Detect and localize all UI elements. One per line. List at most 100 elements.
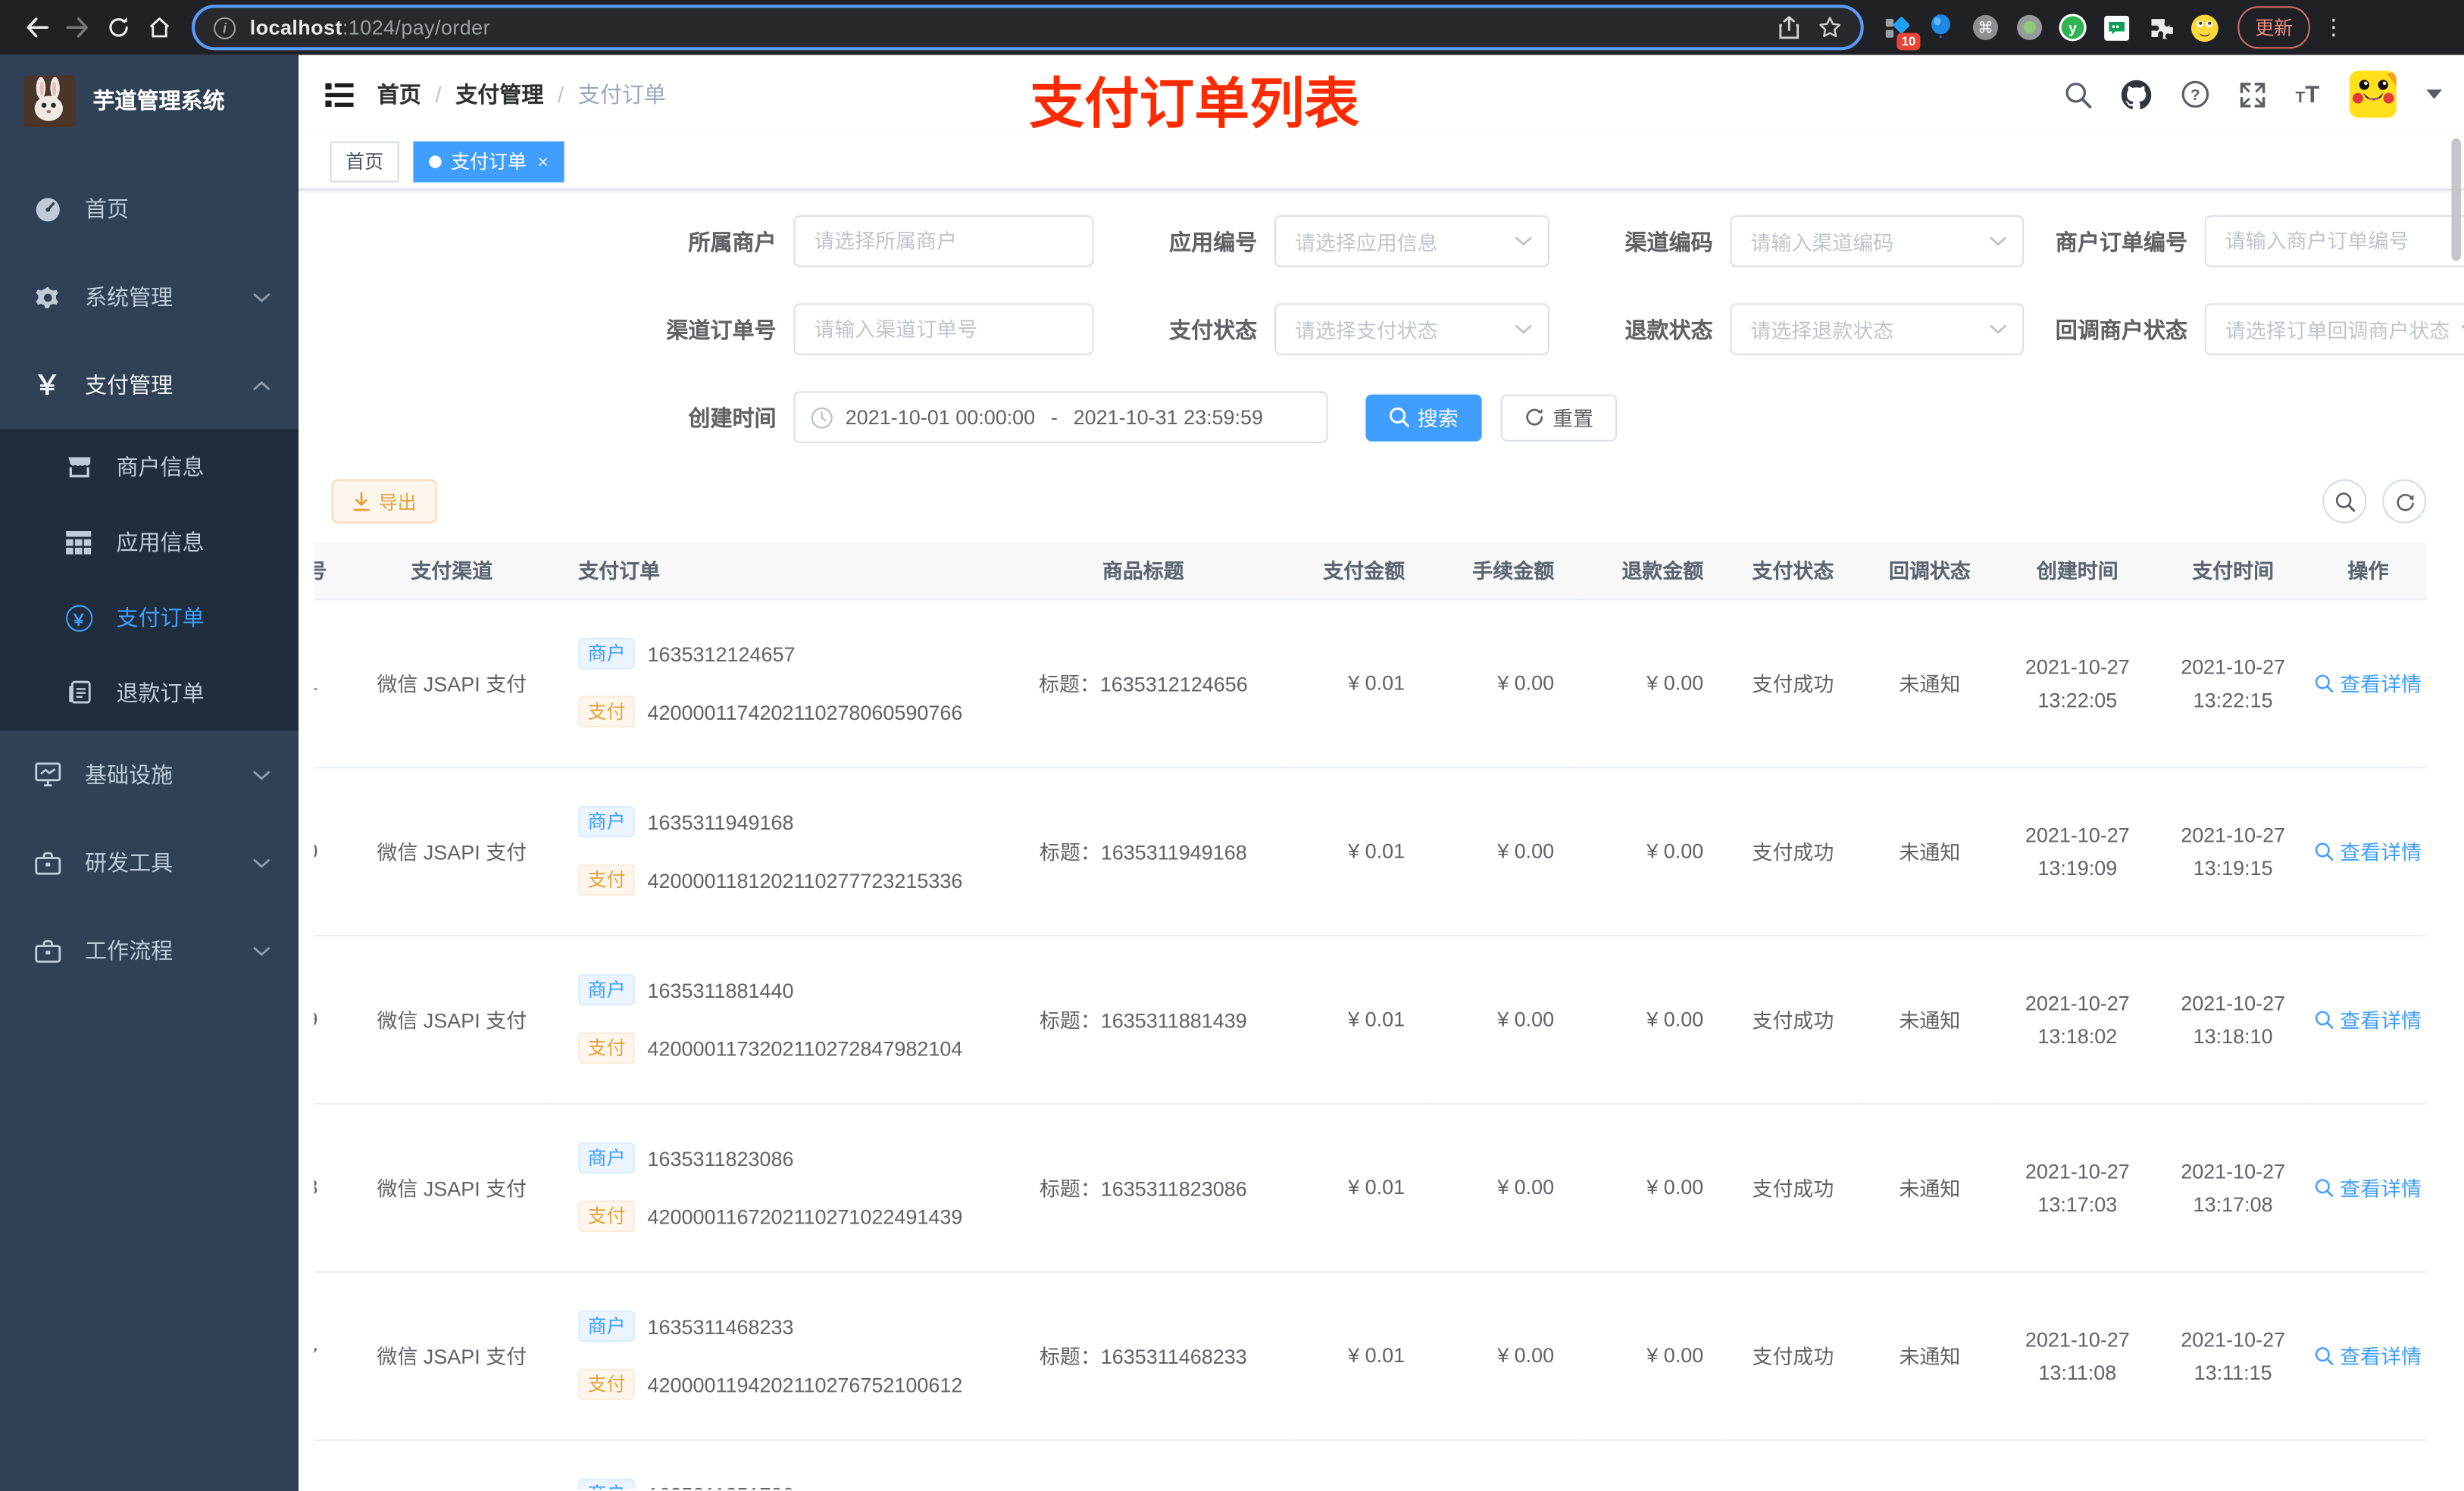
cell-notify: 未通知 xyxy=(1860,1102,2000,1272)
sidebar-item-merchant-info[interactable]: 商户信息 xyxy=(0,429,299,505)
cell-actions: 查看详情 xyxy=(2309,767,2427,936)
merchant-order-no: 1635311881440 xyxy=(647,978,794,1002)
create-time-range[interactable]: 2021-10-01 00:00:00 - 2021-10-31 23:59:5… xyxy=(793,391,1328,443)
breadcrumb-home[interactable]: 首页 xyxy=(377,79,421,110)
view-detail-link[interactable]: 查看详情 xyxy=(2315,667,2422,697)
share-icon[interactable] xyxy=(1779,15,1800,39)
tag-home[interactable]: 首页 xyxy=(330,140,399,182)
url-text: localhost:1024/pay/order xyxy=(250,16,490,39)
cell-order: 商户 1635312124657 支付 42000011742021102780… xyxy=(549,599,998,768)
cell-paid: 2021-10-27 13:17:08 xyxy=(2156,1102,2310,1272)
browser-update-button[interactable]: 更新 xyxy=(2237,6,2310,49)
refresh-table-button[interactable] xyxy=(2382,479,2427,524)
view-detail-link[interactable]: 查看详情 xyxy=(2315,836,2422,865)
extension-y-icon[interactable]: y xyxy=(2059,14,2087,42)
extension-chat-icon[interactable] xyxy=(2103,14,2131,42)
refund-status-select[interactable]: 请选择退款状态 xyxy=(1730,303,2025,355)
sidebar-item-pay-order[interactable]: ￥ 支付订单 xyxy=(0,580,299,655)
avatar-caret-icon[interactable] xyxy=(2426,89,2442,99)
sidebar-item-devtools[interactable]: 研发工具 xyxy=(0,819,299,907)
sidebar-item-infra[interactable]: 基础设施 xyxy=(0,730,299,818)
annotation-title: 支付订单列表 xyxy=(1029,73,1360,136)
search-icon xyxy=(2334,492,2355,511)
chevron-down-icon xyxy=(1990,236,2006,246)
sidebar-item-payment[interactable]: ￥ 支付管理 xyxy=(0,341,299,429)
cell-title: 标题：1635311468233 xyxy=(997,1271,1289,1440)
fullscreen-icon[interactable] xyxy=(2239,81,2265,108)
bookmark-star-icon[interactable] xyxy=(1818,16,1842,39)
search-button[interactable]: 搜索 xyxy=(1365,393,1482,441)
cell-paid: 2021-10-27 13:11:15 xyxy=(2156,1271,2310,1440)
cell-id xyxy=(314,1439,354,1490)
view-detail-link[interactable]: 查看详情 xyxy=(2315,1340,2422,1370)
chevron-down-icon xyxy=(253,857,270,868)
github-icon[interactable] xyxy=(2121,79,2151,109)
cell-channel: 微信 JSAPI 支付 xyxy=(353,1271,550,1440)
view-detail-label: 查看详情 xyxy=(2340,1008,2422,1033)
sidebar-item-app-info[interactable]: 应用信息 xyxy=(0,505,299,580)
sidebar-item-refund-order[interactable]: 退款订单 xyxy=(0,655,299,731)
cell-fee xyxy=(1427,1439,1577,1490)
sidebar-menu: 首页 系统管理 ￥ 支付管理 商户信息 应用信息 ￥ 支付订单 退款订单 基础设… xyxy=(0,146,299,995)
help-icon[interactable]: ? xyxy=(2181,80,2209,108)
channel-order-no-input[interactable] xyxy=(793,303,1094,355)
site-info-icon[interactable]: i xyxy=(214,16,236,39)
sidebar-item-home[interactable]: 首页 xyxy=(0,165,299,253)
extension-emoji-icon[interactable] xyxy=(2190,14,2219,42)
merchant-order-no: 1635311949168 xyxy=(647,810,794,834)
pay-status-select[interactable]: 请选择支付状态 xyxy=(1274,303,1549,355)
url-host: localhost xyxy=(249,15,342,39)
paid-time: 13:19:15 xyxy=(2193,855,2273,880)
cell-paid: 2021-10-27 13:19:15 xyxy=(2156,767,2310,936)
merchant-input[interactable] xyxy=(793,215,1094,267)
pay-order-no: 4200001167202110271022491439 xyxy=(647,1204,963,1228)
url-bar[interactable]: i localhost:1024/pay/order xyxy=(192,5,1864,51)
app-frame: 芋道管理系统 首页 系统管理 ￥ 支付管理 商户信息 应用信息 ￥ 支付订单 退… xyxy=(0,55,2464,1491)
tag-pay-order[interactable]: 支付订单 × xyxy=(413,140,564,182)
extension-blue-diamond-icon[interactable]: 10 xyxy=(1883,14,1921,50)
merchant-order-no-input[interactable] xyxy=(2204,215,2464,267)
export-button[interactable]: 导出 xyxy=(331,479,437,524)
sidebar-fold-icon[interactable] xyxy=(325,82,354,106)
notify-status-select[interactable]: 请选择订单回调商户状态 xyxy=(2204,303,2464,355)
font-size-icon[interactable]: TT xyxy=(2296,83,2320,106)
view-detail-link[interactable]: 查看详情 xyxy=(2315,1172,2422,1202)
forward-icon[interactable] xyxy=(57,7,98,48)
created-time: 13:22:05 xyxy=(2037,687,2118,711)
home-icon[interactable] xyxy=(139,7,180,48)
view-detail-label: 查看详情 xyxy=(2340,1177,2422,1201)
sidebar-logo-row[interactable]: 芋道管理系统 xyxy=(0,55,299,146)
channel-code-select[interactable]: 请输入渠道编码 xyxy=(1730,215,2025,267)
cell-actions: 查看详情 xyxy=(2309,1102,2427,1272)
close-icon[interactable]: × xyxy=(537,150,549,172)
search-icon xyxy=(2315,1178,2334,1196)
cell-id: 20 xyxy=(314,767,354,936)
view-detail-link[interactable]: 查看详情 xyxy=(2315,1004,2422,1033)
range-separator: - xyxy=(1050,405,1058,430)
browser-menu-icon[interactable]: ⋮ xyxy=(2322,14,2344,41)
extension-balloon-icon[interactable] xyxy=(1927,14,1955,42)
pay-tag: 支付 xyxy=(578,695,635,728)
extension-puzzle-icon[interactable] xyxy=(2147,14,2175,42)
table-settings xyxy=(2322,479,2427,524)
avatar[interactable] xyxy=(2349,70,2397,118)
search-icon[interactable] xyxy=(2065,81,2091,108)
cell-fee: ¥ 0.00 xyxy=(1427,935,1577,1104)
created-date: 2021-10-27 xyxy=(2025,1327,2130,1351)
reload-icon[interactable] xyxy=(98,7,139,48)
extension-command-icon[interactable]: ⌘ xyxy=(1971,14,1999,42)
app-select[interactable]: 请选择应用信息 xyxy=(1274,215,1549,267)
sidebar-item-system[interactable]: 系统管理 xyxy=(0,253,299,341)
sidebar-item-workflow[interactable]: 工作流程 xyxy=(0,907,299,995)
breadcrumb-payment[interactable]: 支付管理 xyxy=(455,79,543,110)
filter-merchant: 所属商户 xyxy=(636,215,1094,267)
hide-search-button[interactable] xyxy=(2322,479,2367,524)
back-icon[interactable] xyxy=(16,7,57,48)
search-icon xyxy=(2315,842,2334,860)
cell-status xyxy=(1725,1439,1861,1490)
extension-grey-green-icon[interactable] xyxy=(2015,14,2043,42)
reset-button[interactable]: 重置 xyxy=(1500,393,1618,441)
table-row: 18 微信 JSAPI 支付 商户 1635311823086 xyxy=(314,1102,2427,1272)
window-scrollbar[interactable] xyxy=(2451,138,2461,261)
sidebar-item-label: 支付管理 xyxy=(84,372,174,398)
